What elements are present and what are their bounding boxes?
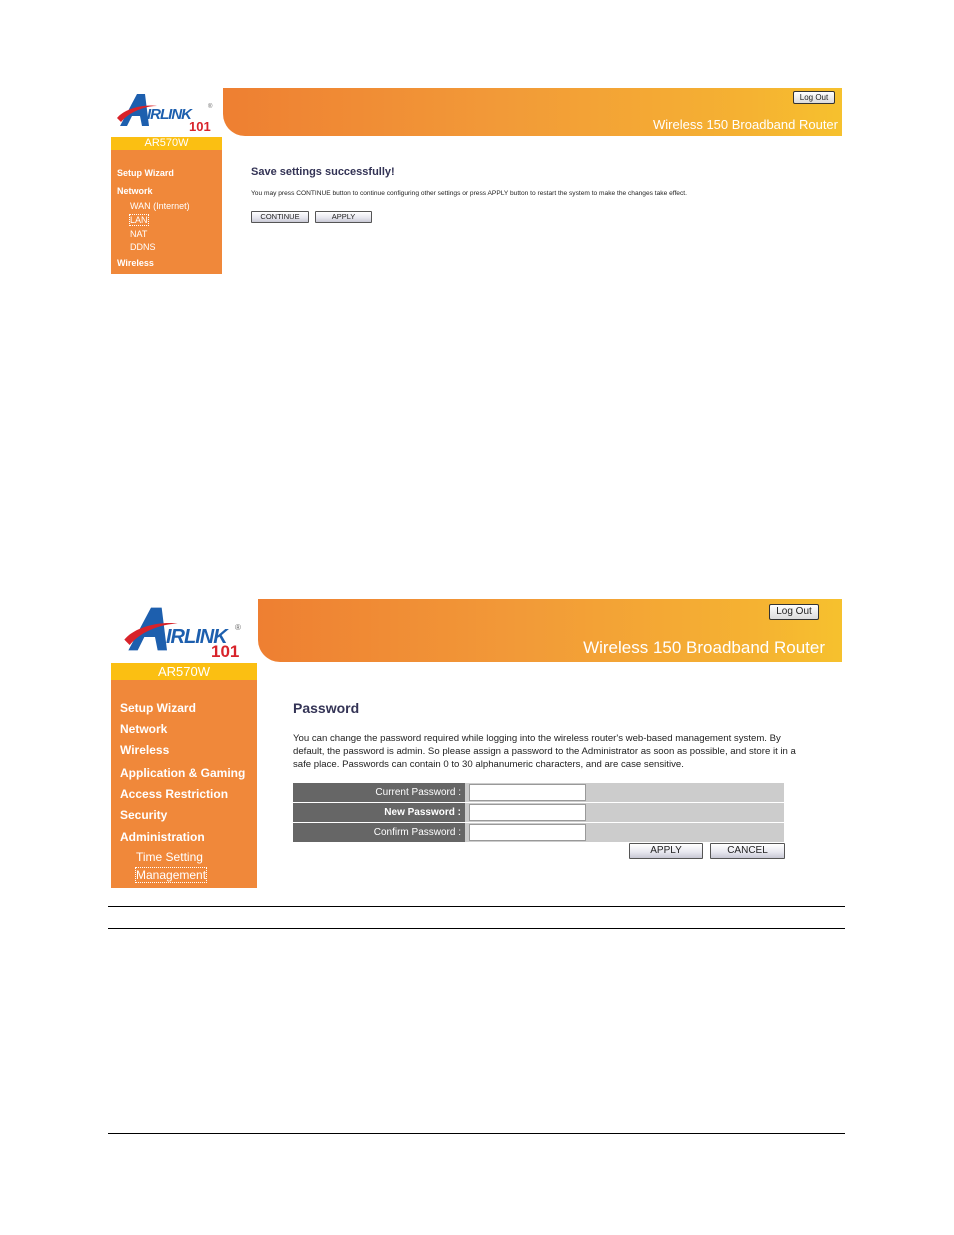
logo-101-text: 101 (189, 119, 211, 134)
apply-button[interactable]: APPLY (315, 211, 372, 223)
cancel-button[interactable]: CANCEL (710, 843, 785, 859)
sidebar-item-access-restriction[interactable]: Access Restriction (120, 787, 228, 801)
new-password-label: New Password : (293, 803, 465, 822)
password-description: You can change the password required whi… (293, 733, 796, 770)
logo-registered-mark: ® (235, 623, 241, 632)
sidebar-item-setup-wizard[interactable]: Setup Wizard (120, 701, 196, 715)
confirm-password-label: Confirm Password : (293, 823, 465, 842)
apply-button[interactable]: APPLY (629, 843, 703, 859)
logo-registered-mark: ® (208, 104, 213, 110)
logo-101-text: 101 (211, 642, 240, 661)
model-name-bar: AR570W (111, 663, 257, 680)
sidebar-subitem-time-setting[interactable]: Time Setting (136, 850, 203, 864)
current-password-row: Current Password : (293, 783, 784, 802)
router-password-screenshot: IRLINK ® 101 AR570W Setup Wizard Network… (111, 599, 842, 888)
sidebar-item-wireless[interactable]: Wireless (117, 258, 154, 268)
router-save-settings-screenshot: IRLINK ® 101 AR570W Setup Wizard Network… (111, 88, 842, 274)
header-banner: Log Out Wireless 150 Broadband Router (258, 599, 842, 662)
model-name-bar: AR570W (111, 137, 222, 150)
sidebar-item-administration[interactable]: Administration (120, 830, 205, 844)
logout-button[interactable]: Log Out (793, 91, 835, 104)
sidebar-item-setup-wizard[interactable]: Setup Wizard (117, 168, 174, 178)
logout-button[interactable]: Log Out (769, 604, 819, 620)
header-title: Wireless 150 Broadband Router (653, 117, 838, 132)
divider-line (108, 906, 845, 907)
logo-brand-text: IRLINK (147, 106, 192, 123)
header-title: Wireless 150 Broadband Router (583, 638, 825, 657)
current-password-input[interactable] (469, 784, 586, 801)
confirm-password-input[interactable] (469, 824, 586, 841)
sidebar-item-application-gaming[interactable]: Application & Gaming (120, 766, 245, 780)
page-title: Password (293, 700, 360, 716)
sidebar-subitem-wan[interactable]: WAN (Internet) (130, 201, 190, 211)
page-title: Save settings successfully! (251, 166, 395, 178)
sidebar-item-wireless[interactable]: Wireless (120, 743, 169, 757)
sidebar-subitem-ddns[interactable]: DDNS (130, 242, 156, 252)
sidebar-item-security[interactable]: Security (120, 808, 167, 822)
continue-button[interactable]: CONTINUE (251, 211, 309, 223)
divider-line (108, 1133, 845, 1134)
airlink-logo: IRLINK ® 101 (111, 599, 257, 662)
sidebar-subitem-management[interactable]: Management (134, 867, 208, 883)
sidebar-subitem-nat[interactable]: NAT (130, 229, 147, 239)
header-banner: Log Out Wireless 150 Broadband Router (223, 88, 842, 136)
sidebar-nav: Setup Wizard Network WAN (Internet) LAN … (111, 150, 222, 274)
save-message: You may press CONTINUE button to continu… (251, 190, 687, 197)
sidebar-item-network[interactable]: Network (120, 722, 167, 736)
sidebar-item-network[interactable]: Network (117, 186, 153, 196)
confirm-password-row: Confirm Password : (293, 823, 784, 842)
divider-line (108, 928, 845, 929)
sidebar-nav: Setup Wizard Network Wireless Applicatio… (111, 680, 257, 888)
current-password-label: Current Password : (293, 783, 465, 802)
sidebar-subitem-lan[interactable]: LAN (129, 214, 149, 226)
airlink-logo: IRLINK ® 101 (111, 88, 222, 136)
new-password-input[interactable] (469, 804, 586, 821)
new-password-row: New Password : (293, 803, 784, 822)
